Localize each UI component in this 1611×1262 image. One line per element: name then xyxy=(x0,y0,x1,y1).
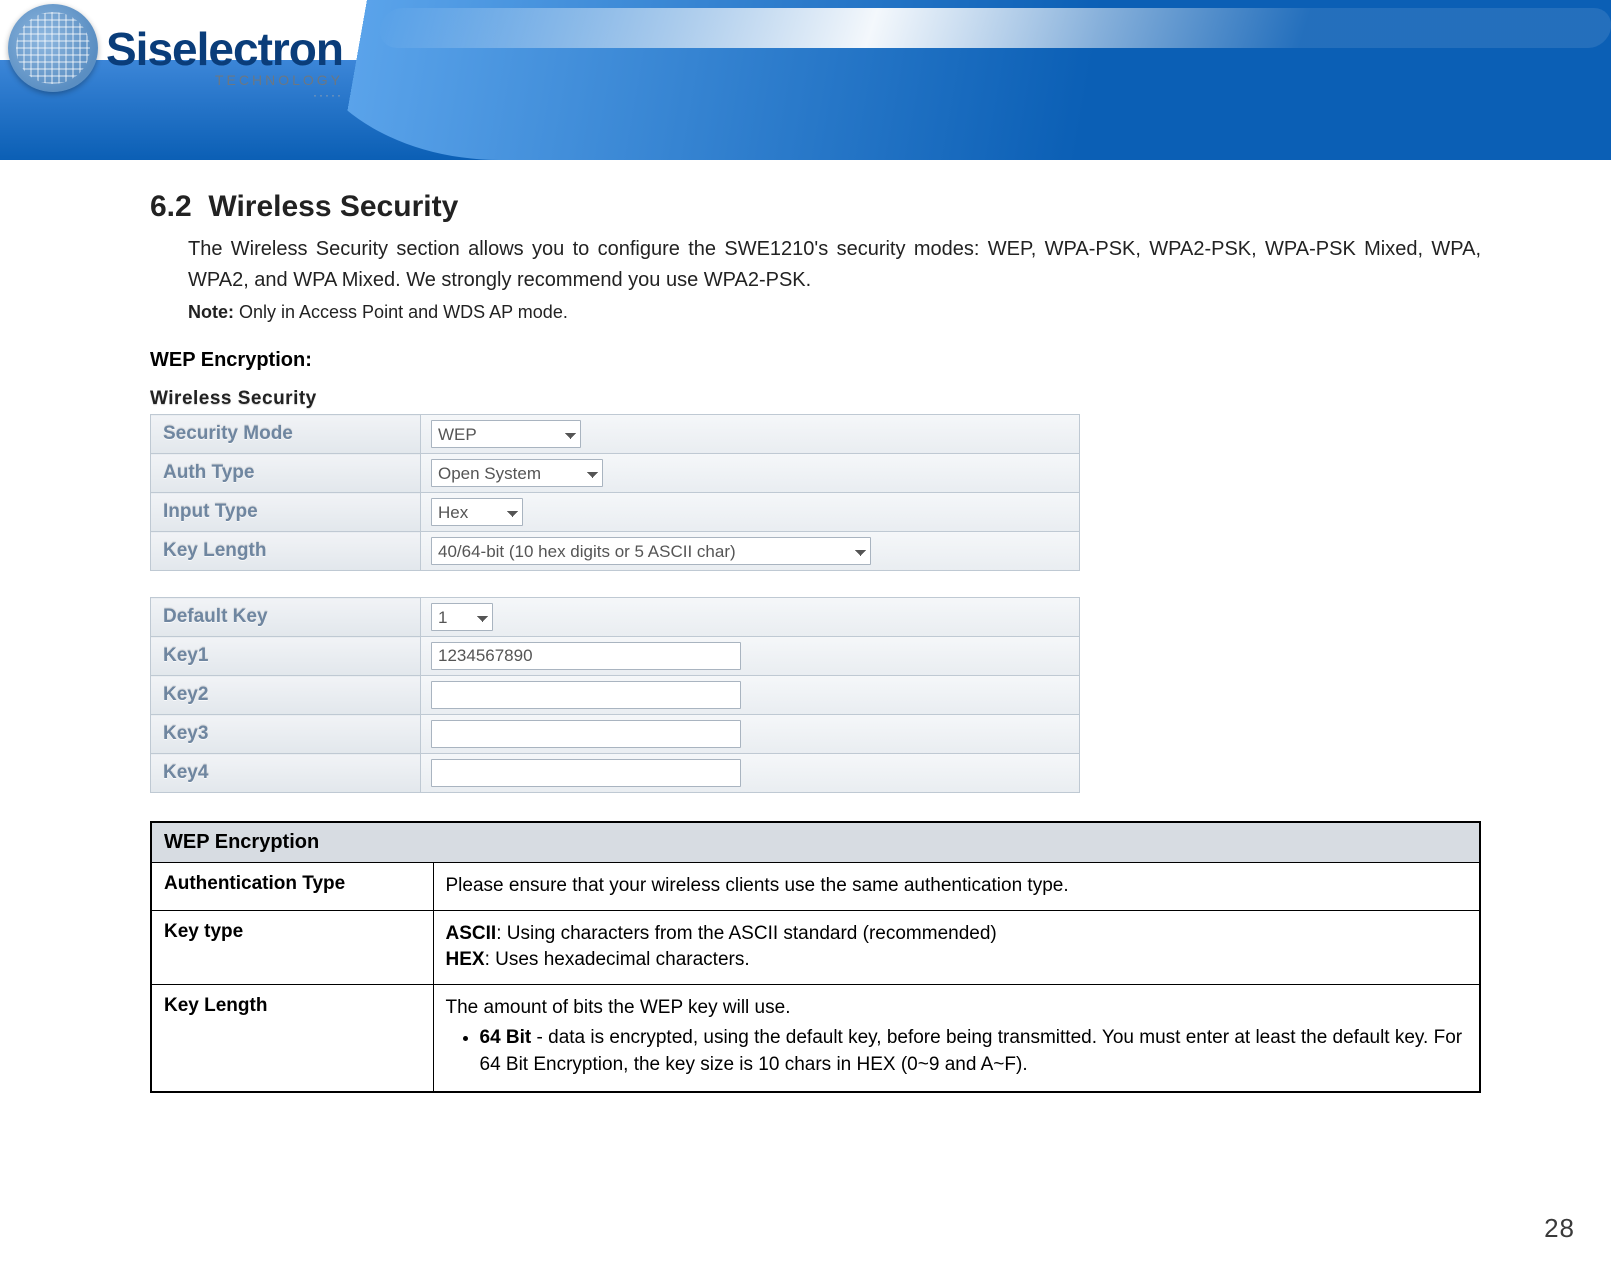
brand-dots: ····· xyxy=(106,88,343,102)
auth-type-select[interactable]: Open System xyxy=(431,459,603,487)
globe-icon xyxy=(8,4,98,92)
banner-swoosh xyxy=(300,0,1611,160)
desc-keylen-64bit-t: - data is encrypted, using the default k… xyxy=(480,1027,1463,1075)
key1-input[interactable] xyxy=(431,642,741,670)
wep-heading: WEP Encryption: xyxy=(150,349,1481,372)
section-number: 6.2 xyxy=(150,190,192,223)
desc-keytype-ascii-b: ASCII xyxy=(446,923,497,944)
key3-input[interactable] xyxy=(431,720,741,748)
input-type-select[interactable]: Hex xyxy=(431,498,523,526)
section-title-text: Wireless Security xyxy=(208,190,458,223)
desc-keytype-hex-t: : Uses hexadecimal characters. xyxy=(485,949,750,970)
desc-keylen-text: The amount of bits the WEP key will use.… xyxy=(433,984,1480,1091)
section-intro: The Wireless Security section allows you… xyxy=(188,234,1481,296)
key4-input[interactable] xyxy=(431,759,741,787)
row-label-security-mode: Security Mode xyxy=(151,415,421,454)
row-label-key3: Key3 xyxy=(151,715,421,754)
brand-name: Siselectron xyxy=(106,22,343,76)
desc-auth-text: Please ensure that your wireless clients… xyxy=(433,863,1480,911)
section-title: 6.2 Wireless Security xyxy=(150,190,1481,224)
form-panel-title: Wireless Security xyxy=(150,388,1080,410)
desc-keylen-label: Key Length xyxy=(151,984,433,1091)
row-label-auth-type: Auth Type xyxy=(151,454,421,493)
note-text: Only in Access Point and WDS AP mode. xyxy=(234,302,568,322)
desc-keytype-text: ASCII: Using characters from the ASCII s… xyxy=(433,910,1480,984)
row-label-input-type: Input Type xyxy=(151,493,421,532)
desc-keytype-hex-b: HEX xyxy=(446,949,485,970)
config-table-2: Default Key 1 Key1 Key2 Key3 Key4 xyxy=(150,597,1080,793)
default-key-select[interactable]: 1 xyxy=(431,603,493,631)
config-table-1: Security Mode WEP Auth Type Open System … xyxy=(150,414,1080,571)
desc-keytype-label: Key type xyxy=(151,910,433,984)
desc-keylen-64bit-b: 64 Bit xyxy=(480,1027,532,1048)
page-header-banner: Siselectron TECHNOLOGY ····· xyxy=(0,0,1611,160)
page-number: 28 xyxy=(1544,1213,1575,1244)
wep-description-table: WEP Encryption Authentication Type Pleas… xyxy=(150,821,1481,1093)
desc-header: WEP Encryption xyxy=(151,822,1480,863)
note-label: Note: xyxy=(188,302,234,322)
desc-keytype-ascii-t: : Using characters from the ASCII standa… xyxy=(496,923,997,944)
desc-keylen-intro: The amount of bits the WEP key will use. xyxy=(446,997,791,1018)
row-label-default-key: Default Key xyxy=(151,598,421,637)
key2-input[interactable] xyxy=(431,681,741,709)
row-label-key4: Key4 xyxy=(151,754,421,793)
row-label-key2: Key2 xyxy=(151,676,421,715)
brand-logo-block: Siselectron TECHNOLOGY ····· xyxy=(8,4,343,102)
section-note: Note: Only in Access Point and WDS AP mo… xyxy=(188,302,1481,323)
desc-auth-label: Authentication Type xyxy=(151,863,433,911)
wireless-security-form: Wireless Security Security Mode WEP Auth… xyxy=(150,388,1080,793)
row-label-key-length: Key Length xyxy=(151,532,421,571)
desc-keylen-64bit: 64 Bit - data is encrypted, using the de… xyxy=(480,1025,1468,1078)
security-mode-select[interactable]: WEP xyxy=(431,420,581,448)
row-label-key1: Key1 xyxy=(151,637,421,676)
key-length-select[interactable]: 40/64-bit (10 hex digits or 5 ASCII char… xyxy=(431,537,871,565)
